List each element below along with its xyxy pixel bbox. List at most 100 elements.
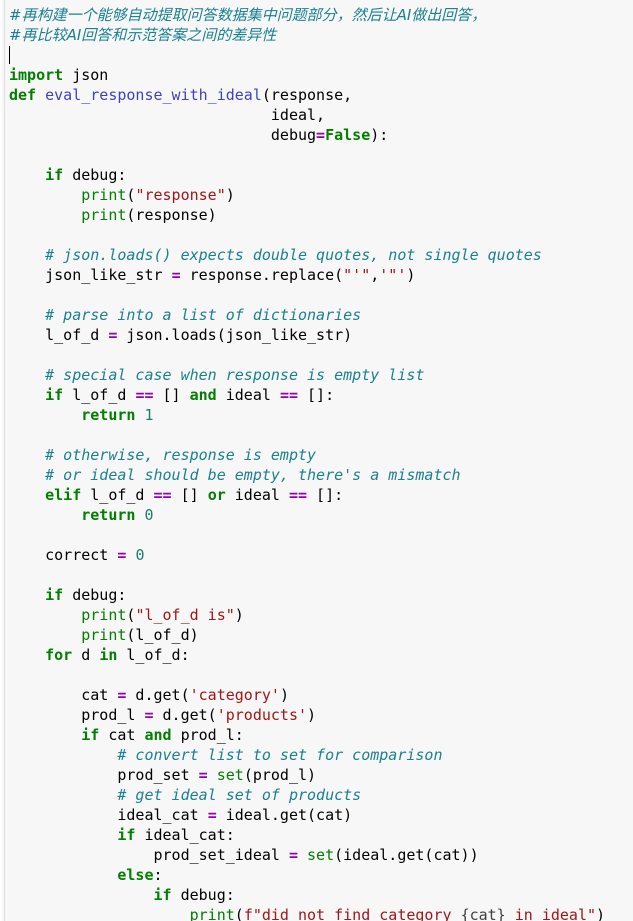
string-single-quote: "'" <box>343 266 371 284</box>
operator-assign: = <box>198 766 208 784</box>
keyword-if: if <box>45 166 64 184</box>
code-editor[interactable]: #再构建一个能够自动提取问答数据集中问题部分，然后让AI做出回答， #再比较AI回… <box>0 0 633 921</box>
keyword-in: in <box>99 646 118 664</box>
code-line: if debug: <box>45 586 127 604</box>
code-line: import json <box>9 66 109 84</box>
code-line: # get ideal set of products <box>0 785 633 805</box>
code-line: return 1 <box>0 405 633 425</box>
literal-false: False <box>325 126 371 144</box>
code-line: def eval_response_with_ideal(response, <box>9 86 353 104</box>
operator-assign: = <box>288 846 298 864</box>
operator-assign: = <box>144 706 154 724</box>
code-line: for d in l_of_d: <box>45 646 190 664</box>
keyword-elif: elif <box>45 486 82 504</box>
code-line: # otherwise, response is empty <box>0 445 633 465</box>
code-line: prod_set_ideal = set(ideal.get(cat)) <box>9 846 479 864</box>
operator-assign: = <box>316 126 326 144</box>
keyword-if: if <box>153 886 172 904</box>
keyword-if: if <box>45 386 64 404</box>
code-line: return 0 <box>0 505 633 525</box>
code-line: print(f"did not find category {cat} in i… <box>0 905 633 921</box>
code-line: if debug: <box>45 166 127 184</box>
code-line: if cat and prod_l: <box>81 726 244 744</box>
text-caret <box>9 46 10 64</box>
number-0: 0 <box>135 546 145 564</box>
comment-otherwise: # otherwise, response is empty <box>45 446 317 464</box>
code-line: l_of_d = json.loads(json_like_str) <box>9 326 353 344</box>
comment-cjk-1: #再构建一个能够自动提取问答数据集中问题部分，然后让AI做出回答， <box>9 6 487 24</box>
keyword-for: for <box>45 646 73 664</box>
keyword-if: if <box>81 726 100 744</box>
code-line: if ideal_cat: <box>117 826 235 844</box>
keyword-if: if <box>45 586 64 604</box>
code-line: print(l_of_d) <box>81 626 199 644</box>
code-line: #再构建一个能够自动提取问答数据集中问题部分，然后让AI做出回答， <box>0 5 633 25</box>
code-line: ideal_cat = ideal.get(cat) <box>9 806 353 824</box>
code-line: # special case when response is empty li… <box>0 365 633 385</box>
code-line: if l_of_d == [] and ideal == []: <box>45 386 335 404</box>
fstring-placeholder-cat: {cat} <box>460 906 506 921</box>
comment-parse-list: # parse into a list of dictionaries <box>45 306 362 324</box>
string-category: 'category' <box>189 686 280 704</box>
code-line: # json.loads() expects double quotes, no… <box>0 245 633 265</box>
keyword-def: def <box>9 86 37 104</box>
keyword-and: and <box>144 726 172 744</box>
string-response: "response" <box>135 186 226 204</box>
code-line: # convert list to set for comparison <box>0 745 633 765</box>
code-line: elif l_of_d == [] or ideal == []: <box>45 486 344 504</box>
operator-eq: == <box>135 386 154 404</box>
keyword-import: import <box>9 66 64 84</box>
builtin-set: set <box>216 766 244 784</box>
code-line: # or ideal should be empty, there's a mi… <box>0 465 633 485</box>
builtin-set: set <box>307 846 335 864</box>
number-1: 1 <box>144 406 154 424</box>
function-name-eval-response-with-ideal: eval_response_with_ideal <box>45 86 262 104</box>
code-line: print("l_of_d is") <box>81 606 244 624</box>
operator-assign: = <box>171 266 181 284</box>
code-line: prod_set = set(prod_l) <box>9 766 317 784</box>
code-line: if debug: <box>153 886 235 904</box>
comment-special-case: # special case when response is empty li… <box>45 366 425 384</box>
comment-json-loads: # json.loads() expects double quotes, no… <box>45 246 542 264</box>
comment-cjk-2: #再比较AI回答和示范答案之间的差异性 <box>9 26 277 44</box>
code-line: correct = 0 <box>9 546 145 564</box>
string-double-quote: '"' <box>379 266 407 284</box>
number-0: 0 <box>144 506 154 524</box>
code-line: # parse into a list of dictionaries <box>0 305 633 325</box>
operator-eq: == <box>288 486 308 504</box>
keyword-else: else <box>117 866 154 884</box>
keyword-and: and <box>189 386 217 404</box>
code-content[interactable]: #再构建一个能够自动提取问答数据集中问题部分，然后让AI做出回答， #再比较AI回… <box>0 0 633 921</box>
comment-convert-list: # convert list to set for comparison <box>117 746 443 764</box>
code-line: else: <box>117 866 163 884</box>
code-line: ideal, <box>9 106 326 124</box>
code-line: print(response) <box>81 206 217 224</box>
string-l-of-d-is: "l_of_d is" <box>135 606 235 624</box>
comment-get-ideal-set: # get ideal set of products <box>117 786 362 804</box>
keyword-return: return <box>81 406 136 424</box>
keyword-or: or <box>207 486 226 504</box>
comment-mismatch: # or ideal should be empty, there's a mi… <box>45 466 461 484</box>
code-line: prod_l = d.get('products') <box>9 706 317 724</box>
keyword-return: return <box>81 506 136 524</box>
string-products: 'products' <box>216 706 308 724</box>
builtin-print: print <box>81 186 127 204</box>
code-line: json_like_str = response.replace("'",'"'… <box>9 266 416 284</box>
operator-assign: = <box>207 806 217 824</box>
builtin-print: print <box>81 626 127 644</box>
keyword-if: if <box>117 826 136 844</box>
builtin-print: print <box>81 206 127 224</box>
fstring-in-ideal: in ideal" <box>505 906 597 921</box>
code-line: #再比较AI回答和示范答案之间的差异性 <box>0 25 633 45</box>
builtin-print: print <box>189 906 235 921</box>
code-line: cat = d.get('category') <box>9 686 289 704</box>
operator-eq: == <box>279 386 298 404</box>
